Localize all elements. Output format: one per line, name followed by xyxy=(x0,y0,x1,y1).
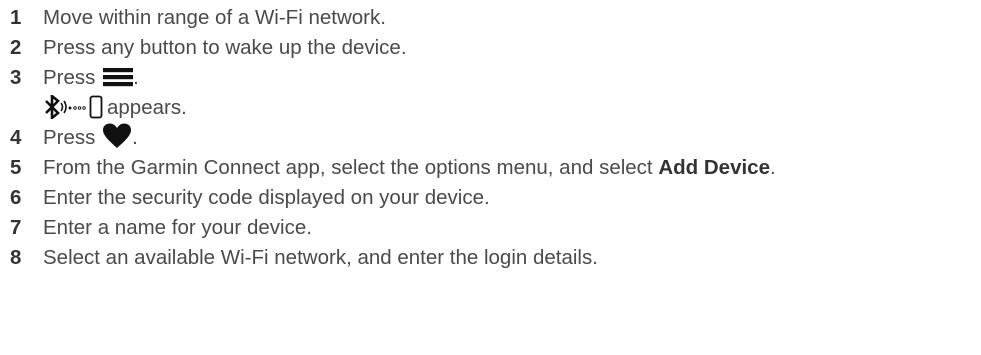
step-text: Move within range of a Wi-Fi network. xyxy=(43,6,386,29)
step-number: 1 xyxy=(10,6,22,29)
step-4: 4 Press . xyxy=(0,123,981,153)
step-3: 3 Press . xyxy=(0,63,981,93)
step-number: 3 xyxy=(10,66,22,89)
step-text: Press any button to wake up the device. xyxy=(43,36,407,59)
step-text: Enter the security code displayed on you… xyxy=(43,186,490,209)
step-number: 2 xyxy=(10,36,22,59)
step-number: 6 xyxy=(10,186,22,209)
bluetooth-pairing-icon xyxy=(45,94,86,119)
step-text: Select an available Wi-Fi network, and e… xyxy=(43,246,598,269)
phone-icon xyxy=(89,95,103,118)
step-text-after: . xyxy=(132,126,138,149)
step-5: 5 From the Garmin Connect app, select th… xyxy=(0,153,981,183)
step-text-after: . xyxy=(769,156,776,179)
step-text-main: appears. xyxy=(107,96,187,119)
step-text: Enter a name for your device. xyxy=(43,216,312,239)
step-number: 5 xyxy=(10,156,22,179)
step-text-after: . xyxy=(133,66,139,89)
add-device-menu-label: Add Device xyxy=(658,156,770,179)
step-text-before: Press xyxy=(43,66,96,89)
step-text: From the Garmin Connect app, select the … xyxy=(43,153,776,183)
step-7: 7 Enter a name for your device. xyxy=(0,213,981,243)
heart-icon xyxy=(103,123,132,149)
step-text-before: Press xyxy=(43,126,96,149)
step-text: Press . xyxy=(43,123,138,153)
menu-bars-icon xyxy=(103,67,134,86)
step-text-before: From the Garmin Connect app, select the … xyxy=(43,156,653,179)
step-3-result: appears. xyxy=(0,93,981,123)
step-number: 7 xyxy=(10,216,22,239)
step-number: 8 xyxy=(10,246,22,269)
step-2: 2 Press any button to wake up the device… xyxy=(0,33,981,63)
step-8: 8 Select an available Wi-Fi network, and… xyxy=(0,243,981,273)
step-6: 6 Enter the security code displayed on y… xyxy=(0,183,981,213)
step-text: appears. xyxy=(43,93,187,123)
step-1: 1 Move within range of a Wi-Fi network. xyxy=(0,3,981,33)
step-text: Press . xyxy=(43,63,139,93)
instruction-steps: 1 Move within range of a Wi-Fi network. … xyxy=(0,0,981,273)
step-number: 4 xyxy=(10,126,22,149)
